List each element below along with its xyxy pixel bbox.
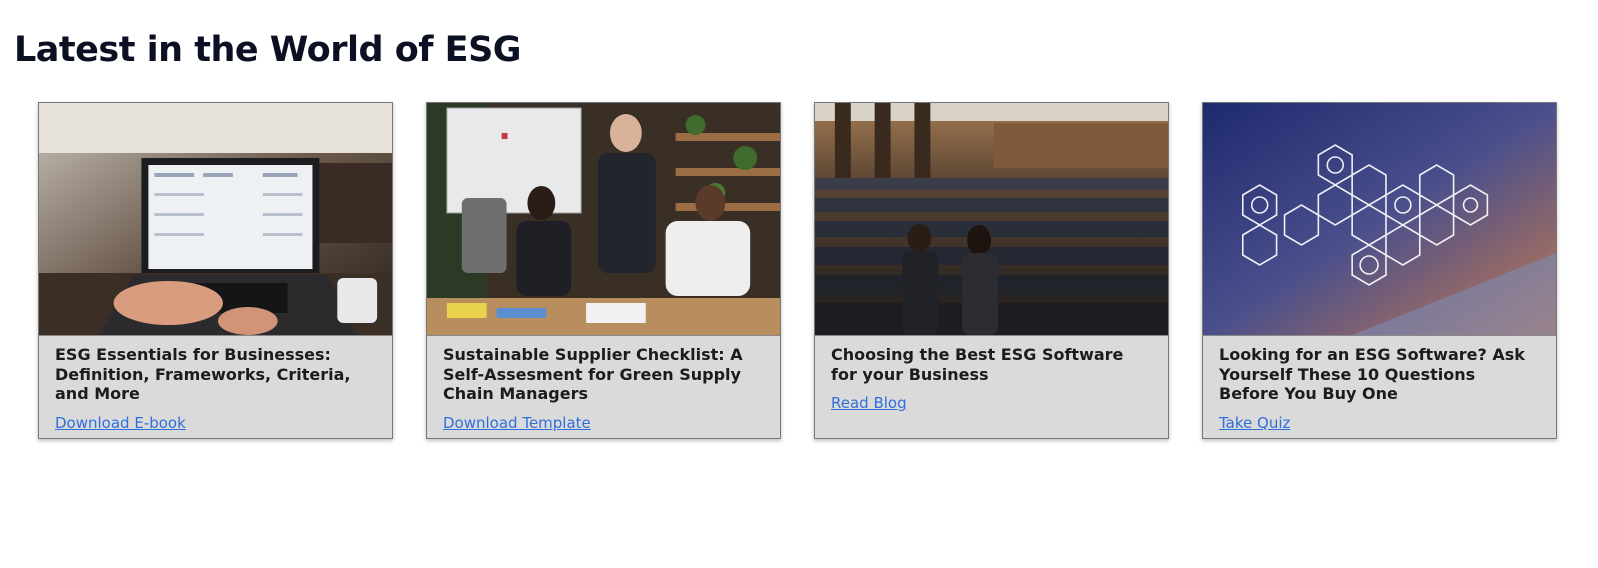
resource-card: ESG Essentials for Businesses: Definitio… [38, 102, 393, 439]
resource-card: Choosing the Best ESG Software for your … [814, 102, 1169, 439]
card-title[interactable]: Looking for an ESG Software? Ask Yoursel… [1219, 345, 1540, 404]
card-list: ESG Essentials for Businesses: Definitio… [38, 102, 1557, 439]
laptop-dashboard-image[interactable] [39, 103, 392, 336]
section-title: Latest in the World of ESG [14, 30, 522, 70]
read-blog-link[interactable]: Read Blog [831, 394, 907, 412]
office-meeting-image[interactable] [427, 103, 780, 336]
card-title[interactable]: Choosing the Best ESG Software for your … [831, 345, 1152, 384]
card-title[interactable]: Sustainable Supplier Checklist: A Self-A… [443, 345, 764, 404]
resource-card: Looking for an ESG Software? Ask Yoursel… [1202, 102, 1557, 439]
download-template-link[interactable]: Download Template [443, 414, 591, 432]
resource-card: Sustainable Supplier Checklist: A Self-A… [426, 102, 781, 439]
download-ebook-link[interactable]: Download E-book [55, 414, 186, 432]
take-quiz-link[interactable]: Take Quiz [1219, 414, 1290, 432]
auditorium-presentation-image[interactable] [815, 103, 1168, 336]
card-title[interactable]: ESG Essentials for Businesses: Definitio… [55, 345, 376, 404]
hexagon-tech-icons-image[interactable] [1203, 103, 1556, 336]
latest-esg-section: Latest in the World of ESG ESG Essential… [0, 0, 1598, 568]
